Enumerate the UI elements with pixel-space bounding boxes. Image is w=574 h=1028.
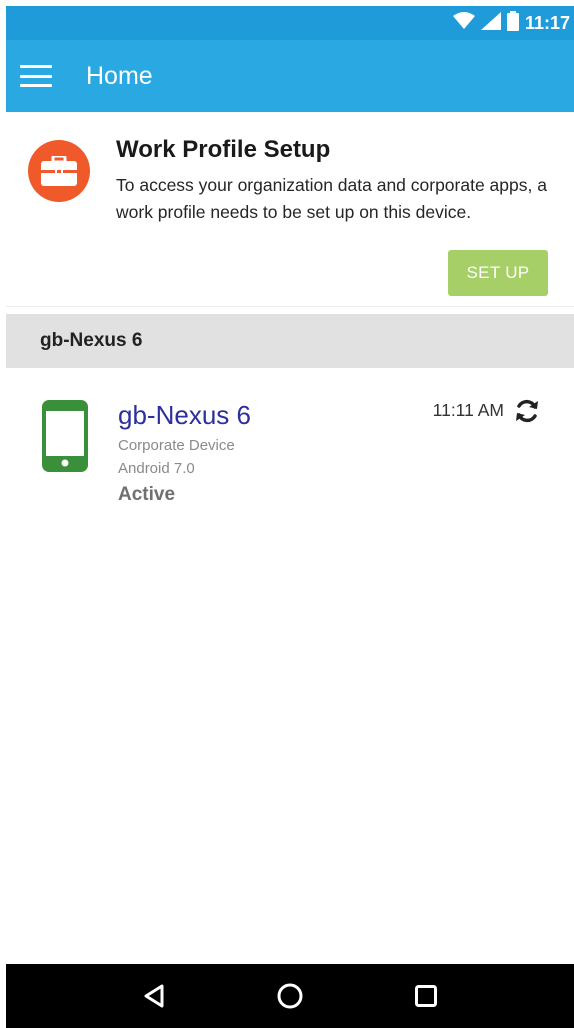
home-icon[interactable] xyxy=(270,976,310,1016)
set-up-button[interactable]: SET UP xyxy=(448,250,548,296)
app-screen: 11:17 Home Work Profile Setup To access … xyxy=(0,0,574,1028)
device-name[interactable]: gb-Nexus 6 xyxy=(118,400,251,431)
device-os: Android 7.0 xyxy=(118,460,195,477)
sync-icon[interactable] xyxy=(514,398,540,424)
signal-icon xyxy=(480,11,501,35)
briefcase-icon xyxy=(28,140,90,202)
battery-icon xyxy=(506,10,519,36)
status-icons xyxy=(452,10,519,36)
system-nav-bar xyxy=(6,964,574,1028)
wifi-icon xyxy=(452,11,475,35)
menu-icon[interactable] xyxy=(20,65,52,87)
device-status: Active xyxy=(118,484,176,505)
page-title: Home xyxy=(86,61,153,90)
last-sync-time: 11:11 AM xyxy=(432,400,504,420)
phone-icon xyxy=(42,400,88,477)
status-bar: 11:17 xyxy=(6,6,574,40)
device-list-item[interactable]: gb-Nexus 6 Corporate Device Android 7.0 … xyxy=(6,380,574,520)
setup-title: Work Profile Setup xyxy=(116,136,331,163)
app-bar: Home xyxy=(6,40,574,112)
section-header: gb-Nexus 6 xyxy=(6,314,574,368)
setup-description: To access your organization data and cor… xyxy=(116,175,547,222)
back-icon[interactable] xyxy=(134,976,174,1016)
work-profile-setup-card: Work Profile Setup To access your organi… xyxy=(6,112,574,307)
device-type: Corporate Device xyxy=(118,437,235,454)
recents-icon[interactable] xyxy=(406,976,446,1016)
status-time: 11:17 xyxy=(524,12,570,33)
